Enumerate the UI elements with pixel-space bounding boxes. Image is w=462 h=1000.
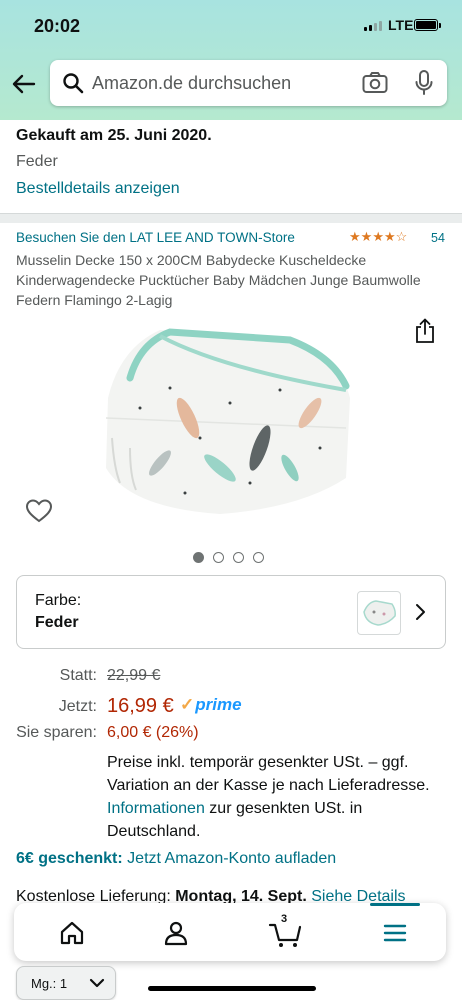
store-link[interactable]: Besuchen Sie den LAT LEE AND TOWN-Store (16, 230, 295, 245)
product-title: Musselin Decke 150 x 200CM Babydecke Kus… (16, 252, 421, 308)
savings-value: 6,00 € (26%) (107, 724, 199, 741)
chevron-down-icon (89, 977, 105, 992)
carousel-dot[interactable] (213, 552, 224, 563)
delivery-text: Kostenlose Lieferung: (16, 888, 176, 904)
vat-notice: Preise inkl. temporär gesenkter USt. – g… (107, 751, 452, 843)
microphone-icon[interactable] (414, 69, 434, 102)
status-time: 20:02 (34, 16, 81, 36)
battery-icon (414, 19, 441, 31)
purchase-date: Gekauft am 25. Juni 2020. (16, 127, 212, 144)
star-icon: ★ (349, 229, 361, 244)
quantity-label: Mg.: 1 (31, 976, 68, 991)
active-tab-indicator (370, 903, 420, 906)
account-icon[interactable] (156, 915, 196, 951)
delivery-details-link[interactable]: Siehe Details (307, 888, 405, 904)
delivery-date: Montag, 14. Sept. (175, 888, 307, 904)
vat-text: Preise inkl. temporär gesenkter USt. – g… (107, 754, 430, 794)
search-icon (62, 72, 84, 99)
prime-badge: ✓ prime (180, 695, 242, 715)
section-divider (0, 213, 462, 223)
signal-icon (364, 21, 382, 31)
home-indicator (148, 986, 316, 991)
camera-icon[interactable] (362, 71, 388, 100)
variant-thumbnail (357, 591, 401, 635)
savings-label: Sie sparen: (16, 724, 97, 741)
purchased-color: Feder (16, 153, 58, 170)
vat-info-link[interactable]: Informationen (107, 800, 205, 817)
variant-label: Farbe: (35, 592, 82, 609)
search-input[interactable]: Amazon.de durchsuchen (92, 73, 291, 94)
star-icon: ★ (383, 229, 396, 244)
carousel-dot[interactable] (233, 552, 244, 563)
now-price-label: Jetzt: (58, 698, 97, 715)
order-details-link[interactable]: Bestelldetails anzeigen (16, 180, 180, 198)
bottom-nav: 3 (14, 903, 446, 961)
rating-count[interactable]: 54 (431, 231, 445, 245)
promo-bold: 6€ geschenkt: (16, 850, 123, 867)
star-icon: ★ (360, 229, 373, 244)
current-price: 16,99 € (107, 695, 174, 717)
cart-count: 3 (281, 913, 288, 925)
back-arrow-icon[interactable] (10, 70, 38, 98)
menu-icon[interactable] (375, 915, 415, 951)
status-bar: 20:02 LTE (0, 0, 462, 52)
carousel-dot[interactable] (193, 552, 204, 563)
heart-icon[interactable] (25, 498, 53, 529)
rating-stars[interactable]: ★ ★ ★ ★ ☆ (349, 230, 407, 244)
variant-selector[interactable]: Farbe: Feder (16, 575, 446, 649)
product-image[interactable] (100, 318, 362, 518)
network-type: LTE (388, 17, 414, 33)
search-bar[interactable]: Amazon.de durchsuchen (50, 60, 447, 106)
promo-text: Jetzt Amazon-Konto aufladen (122, 850, 337, 867)
star-icon: ★ (372, 229, 384, 244)
share-icon[interactable] (414, 318, 436, 349)
home-icon[interactable] (52, 915, 92, 951)
prime-label: prime (195, 695, 242, 714)
delivery-info: Kostenlose Lieferung: Montag, 14. Sept. … (16, 888, 462, 904)
image-carousel-dots[interactable] (193, 552, 264, 563)
quantity-selector[interactable]: Mg.: 1 (16, 966, 116, 1000)
promo-link[interactable]: 6€ geschenkt: Jetzt Amazon-Konto auflade… (16, 850, 336, 868)
carousel-dot[interactable] (253, 552, 264, 563)
prime-check-icon: ✓ (180, 695, 195, 714)
was-price-label: Statt: (59, 667, 97, 684)
variant-value: Feder (35, 614, 79, 631)
header: 20:02 LTE Amazon.de durchsuchen (0, 0, 462, 120)
was-price: 22,99 € (107, 667, 161, 684)
half-star-icon: ☆ (395, 229, 408, 244)
cart-icon[interactable]: 3 (266, 913, 306, 951)
chevron-right-icon (414, 603, 426, 626)
